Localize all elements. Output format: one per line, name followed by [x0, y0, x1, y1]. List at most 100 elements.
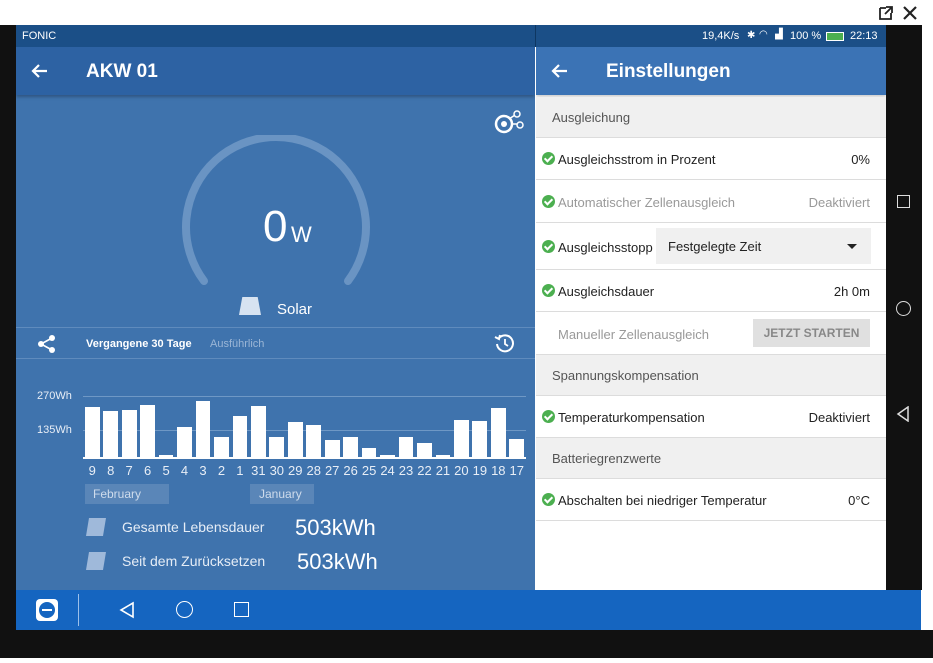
- section-label: Ausgleichung: [552, 110, 631, 125]
- check-icon: [542, 410, 555, 423]
- x-tick-label: 5: [162, 463, 170, 478]
- reset-value: 503kWh: [297, 549, 378, 574]
- check-icon: [542, 195, 555, 208]
- bar-7: [121, 409, 137, 457]
- x-tick-label: 21: [435, 463, 451, 478]
- x-tick-label: 4: [180, 463, 189, 478]
- row-label: Manueller Zellenausgleich: [558, 327, 710, 342]
- reset-label: Seit dem Zurücksetzen: [122, 553, 266, 569]
- bar-chart: [16, 47, 535, 467]
- signal-icon: ▟: [775, 29, 783, 40]
- home-icon[interactable]: [896, 301, 911, 316]
- x-tick-label: 1: [236, 463, 244, 478]
- carrier-label: FONIC: [22, 30, 57, 42]
- bar-20: [454, 419, 469, 457]
- x-tick-label: 20: [454, 463, 469, 478]
- nav-recents-icon[interactable]: [234, 602, 249, 617]
- battery-percent: 100 %: [790, 30, 822, 42]
- bar-1: [232, 416, 248, 457]
- x-axis: [83, 457, 526, 459]
- nav-back-icon[interactable]: [119, 601, 135, 619]
- lightning-icon: [86, 518, 106, 536]
- close-icon[interactable]: [902, 5, 918, 21]
- bar-29: [287, 421, 303, 457]
- bar-27: [324, 440, 340, 457]
- x-tick-label: 22: [417, 463, 432, 478]
- bar-4: [177, 426, 192, 457]
- row-manual-balancing: Manueller Zellenausgleich JETZT STARTEN: [536, 312, 886, 355]
- lifetime-value: 503kWh: [295, 515, 376, 540]
- month-label-february: February: [85, 484, 169, 504]
- x-tick-label: 29: [288, 463, 303, 478]
- wifi-icon: ◠: [759, 29, 768, 40]
- row-auto-cell-balancing[interactable]: Automatischer Zellenausgleich Deaktivier…: [536, 180, 886, 223]
- clock: 22:13: [850, 30, 878, 42]
- check-icon: [542, 493, 555, 506]
- x-tick-label: 30: [269, 463, 285, 478]
- battery-icon: [826, 32, 844, 41]
- x-tick-label: 19: [472, 463, 488, 478]
- row-value: 0°C: [848, 493, 870, 508]
- teamviewer-icon[interactable]: [36, 599, 58, 621]
- check-icon: [542, 152, 555, 165]
- section-header-battery-limits: Batteriegrenzwerte: [536, 438, 886, 479]
- bar-17: [509, 438, 525, 457]
- back-triangle-icon[interactable]: [896, 406, 910, 422]
- recent-apps-icon[interactable]: [897, 195, 910, 208]
- x-tick-label: 7: [125, 463, 133, 478]
- settings-title: Einstellungen: [606, 61, 731, 82]
- row-label: Ausgleichsdauer: [558, 284, 655, 299]
- row-equalization-stop: Ausgleichsstopp Festgelegte Zeit: [536, 223, 886, 270]
- settings-pane: Einstellungen Ausgleichung Ausgleichsstr…: [536, 47, 886, 590]
- x-tick-label: 26: [343, 463, 358, 478]
- bar-30: [269, 436, 285, 457]
- row-low-temp-cutoff[interactable]: Abschalten bei niedriger Temperatur 0°C: [536, 479, 886, 521]
- bar-18: [490, 408, 506, 457]
- x-tick-label: 9: [88, 463, 96, 478]
- dropdown-arrow-icon: [847, 244, 857, 249]
- row-label: Ausgleichsstopp: [558, 240, 653, 255]
- row-temperature-compensation[interactable]: Temperaturkompensation Deaktiviert: [536, 396, 886, 438]
- lifetime-label: Gesamte Lebensdauer: [122, 519, 265, 535]
- x-tick-label: 18: [491, 463, 506, 478]
- dropdown-value: Festgelegte Zeit: [668, 239, 762, 254]
- x-tick-label: 31: [251, 463, 266, 478]
- x-tick-label: 17: [509, 463, 524, 478]
- device-detail-pane: AKW 01 0 W Solar Vergangene 30 Tage Ausf…: [16, 47, 535, 590]
- x-tick-label: 28: [306, 463, 321, 478]
- row-value: 2h 0m: [833, 284, 870, 299]
- start-now-button[interactable]: JETZT STARTEN: [753, 319, 870, 347]
- row-equalization-current[interactable]: Ausgleichsstrom in Prozent 0%: [536, 138, 886, 180]
- settings-toolbar: Einstellungen: [536, 47, 886, 95]
- bar-3: [195, 400, 211, 457]
- row-equalization-duration[interactable]: Ausgleichsdauer 2h 0m: [536, 270, 886, 312]
- window-title-strip: [0, 0, 933, 25]
- stop-mode-dropdown[interactable]: Festgelegte Zeit: [656, 228, 871, 264]
- row-label: Ausgleichsstrom in Prozent: [558, 152, 716, 167]
- external-link-icon[interactable]: [878, 5, 894, 21]
- bar-28: [306, 425, 322, 457]
- row-value: Deaktiviert: [808, 195, 870, 210]
- device-bezel-left: [0, 25, 16, 630]
- row-label: Temperaturkompensation: [558, 410, 705, 425]
- nav-home-icon[interactable]: [176, 601, 193, 618]
- x-tick-label: 8: [107, 463, 115, 478]
- bar-25: [361, 447, 377, 457]
- bar-31: [250, 406, 266, 457]
- row-label: Automatischer Zellenausgleich: [558, 195, 736, 210]
- section-header-voltage-compensation: Spannungskompensation: [536, 355, 886, 396]
- bar-22: [417, 443, 432, 457]
- x-tick-labels: 9 8 7 6 5 4 3 2 1 31 30 29 28 27 26 25 24 23 22 21 20 19 18 17: [16, 463, 535, 479]
- x-tick-label: 6: [143, 463, 152, 478]
- device-bezel-right: [886, 25, 922, 590]
- x-tick-label: 25: [361, 463, 377, 478]
- reset-icon: [86, 552, 106, 570]
- month-label-january: January: [250, 484, 314, 504]
- bar-9: [84, 407, 100, 457]
- settings-back-arrow-icon[interactable]: [550, 63, 568, 79]
- x-tick-label: 2: [217, 463, 226, 478]
- section-label: Batteriegrenzwerte: [552, 451, 662, 466]
- row-value: Deaktiviert: [808, 410, 870, 425]
- section-header-equalization: Ausgleichung: [536, 97, 886, 138]
- bar-2: [214, 436, 229, 457]
